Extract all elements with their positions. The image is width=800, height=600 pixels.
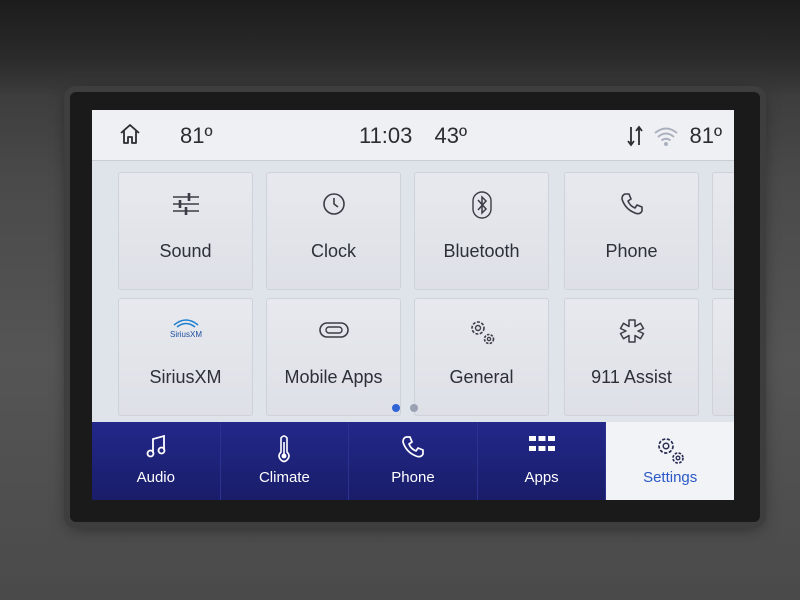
tile-label: Sound — [159, 241, 212, 261]
apps-grid-icon — [478, 434, 606, 456]
status-right: 81º — [627, 123, 722, 149]
tile-clock[interactable]: Clock — [266, 172, 401, 290]
wifi-icon — [653, 125, 679, 147]
dock-climate[interactable]: Climate — [220, 422, 350, 500]
tile-label: Clock — [310, 241, 356, 261]
tile-partial[interactable] — [712, 172, 734, 290]
tile-label: General — [449, 367, 514, 387]
dock-label: Climate — [258, 469, 310, 486]
tile-phone[interactable]: Phone — [564, 172, 699, 290]
dock-label: Audio — [136, 469, 175, 486]
bluetooth-icon — [415, 191, 548, 219]
tile-siriusxm[interactable]: SiriusXM SiriusXM — [118, 298, 253, 416]
time-display: 11:03 — [358, 123, 413, 148]
page-dot-active[interactable] — [392, 404, 400, 412]
status-bar: 81º 11:03 43º 81º — [92, 110, 734, 161]
dock-audio[interactable]: Audio — [92, 422, 221, 500]
dashboard-top — [0, 0, 800, 95]
dock-label: Apps — [524, 469, 559, 486]
dock-label: Phone — [391, 469, 435, 486]
clock-icon — [267, 191, 400, 219]
infotainment-screen: 81º 11:03 43º 81º Sound Clock Bluetooth … — [92, 110, 734, 500]
tile-label: Phone — [605, 241, 658, 261]
right-temperature[interactable]: 81º — [689, 123, 722, 149]
signal-arrows-icon — [627, 124, 644, 148]
tile-label: SiriusXM — [149, 367, 222, 387]
tile-general[interactable]: General — [414, 298, 549, 416]
tile-partial[interactable] — [712, 298, 734, 416]
settings-grid: Sound Clock Bluetooth Phone SiriusXM Sir… — [114, 170, 734, 430]
music-note-icon — [92, 434, 220, 460]
bottom-dock: Audio Climate Phone Apps Settings — [92, 422, 734, 500]
gears-icon — [415, 317, 548, 345]
tile-bluetooth[interactable]: Bluetooth — [414, 172, 549, 290]
medical-star-icon — [565, 317, 698, 345]
dock-label: Settings — [643, 469, 698, 486]
tile-911-assist[interactable]: 911 Assist — [564, 298, 699, 416]
thermometer-icon — [221, 434, 349, 464]
dock-settings[interactable]: Settings — [606, 422, 734, 500]
gears-icon — [606, 434, 734, 466]
tile-label: Bluetooth — [443, 241, 520, 261]
phone-icon — [349, 434, 477, 460]
tile-label: 911 Assist — [591, 367, 672, 387]
phone-icon — [565, 191, 698, 219]
page-indicator[interactable] — [392, 404, 418, 412]
mobile-apps-icon — [267, 317, 400, 345]
page-dot[interactable] — [410, 404, 418, 412]
tile-sound[interactable]: Sound — [118, 172, 253, 290]
equalizer-icon — [119, 191, 252, 219]
outside-temperature: 43º — [434, 123, 468, 148]
tile-mobile-apps[interactable]: Mobile Apps — [266, 298, 401, 416]
siriusxm-logo-icon: SiriusXM — [119, 317, 252, 345]
dock-phone[interactable]: Phone — [349, 422, 478, 500]
tile-label: Mobile Apps — [284, 367, 383, 387]
siriusxm-logo-text: SiriusXM — [169, 330, 201, 339]
dock-apps[interactable]: Apps — [477, 422, 607, 500]
